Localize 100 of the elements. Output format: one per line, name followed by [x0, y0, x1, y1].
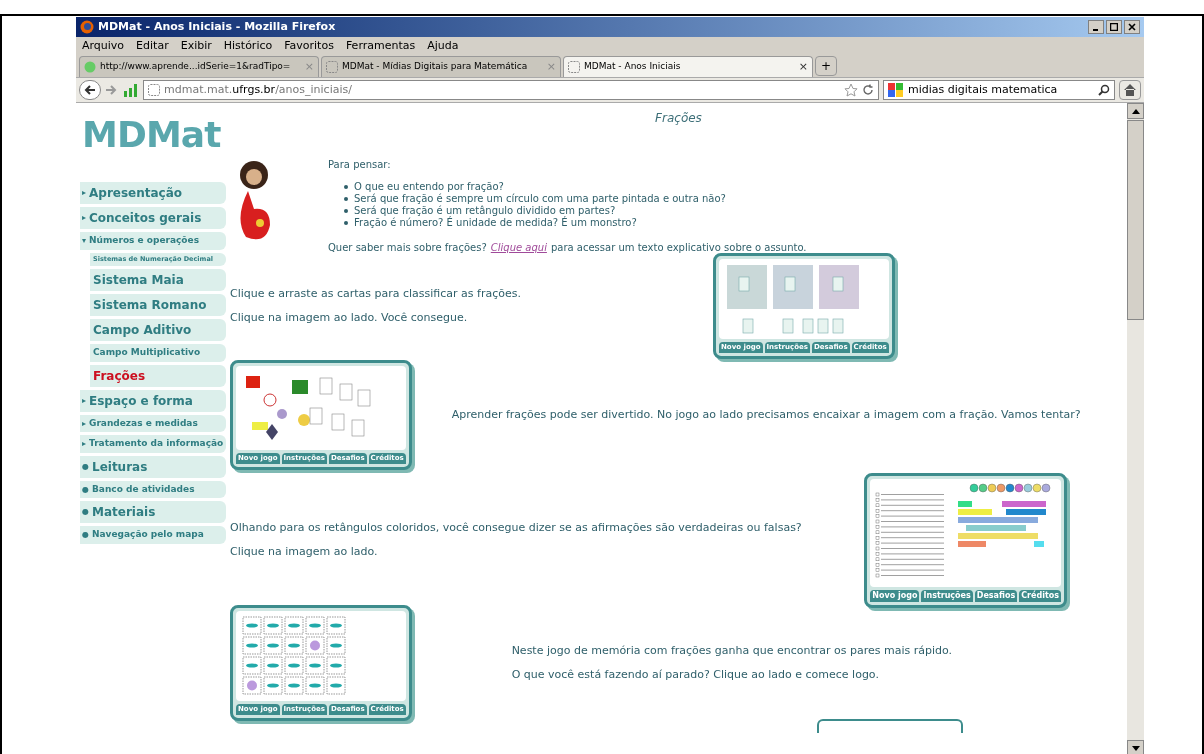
sidebar-item[interactable]: Campo Multiplicativo — [90, 344, 226, 362]
sidebar-label: Espaço e forma — [89, 392, 193, 410]
firefox-icon — [80, 20, 94, 34]
address-bar[interactable]: mdmat.mat.ufrgs.br/anos_iniciais/ — [143, 80, 879, 100]
game-thumbnail[interactable]: Novo jogo Instruções Desafios Créditos — [864, 472, 1067, 608]
sidebar-marker: ● — [82, 460, 89, 473]
back-button[interactable] — [79, 80, 101, 100]
sidebar-marker: ▸ — [82, 438, 86, 451]
tab-title: MDMat - Mídias Digitais para Matemática — [342, 60, 529, 74]
browser-tab[interactable]: MDMat - Mídias Digitais para Matemática × — [321, 56, 561, 77]
sidebar-item[interactable]: ● Navegação pelo mapa — [80, 526, 226, 544]
page-icon — [326, 61, 338, 73]
section-heading: Para pensar: — [328, 158, 392, 172]
search-engine-icon — [888, 83, 904, 97]
globe-icon — [84, 61, 96, 73]
sidebar-label: Campo Aditivo — [92, 322, 192, 340]
site-logo: MDMat — [82, 113, 221, 157]
game-button[interactable]: Novo jogo — [870, 589, 920, 602]
sidebar-label: Frações — [92, 367, 146, 385]
sidebar-marker: ▸ — [82, 212, 86, 225]
home-icon — [1123, 83, 1137, 97]
sidebar-item[interactable]: ▸ Apresentação — [80, 182, 226, 205]
close-icon — [1128, 23, 1136, 31]
sidebar-item[interactable]: ▸ Tratamento da informação — [80, 435, 226, 453]
game-button[interactable]: Desafios — [974, 589, 1018, 602]
bullet-icon — [344, 185, 348, 189]
sidebar-label: Sistema Romano — [92, 297, 207, 315]
question-item: Será que fração é um retângulo dividido em partes? — [354, 205, 616, 217]
game-description: Neste jogo de memória com frações ganha que encontrar os pares mais rápido. — [511, 642, 953, 659]
sidebar-item[interactable]: Campo Aditivo — [90, 319, 226, 342]
close-button[interactable] — [1124, 20, 1140, 34]
sidebar-label: Números e operações — [89, 234, 199, 248]
menu-item[interactable]: Histórico — [223, 37, 273, 55]
tab-title: http://www.aprende...idSerie=1&radTipo= — [100, 60, 292, 74]
question-item: Fração é número? É unidade de medida? É um monstro? — [354, 217, 637, 229]
reload-icon[interactable] — [862, 84, 874, 96]
search-field[interactable]: midias digitais matematica — [883, 80, 1115, 100]
sidebar-label: Tratamento da informação — [89, 437, 224, 451]
sidebar-item[interactable]: ▸ Espaço e forma — [80, 389, 226, 412]
sidebar-label: Sistema Maia — [92, 272, 184, 290]
scroll-up-icon[interactable] — [1131, 108, 1140, 114]
sidebar-item[interactable]: ▸ Grandezas e medidas — [80, 414, 226, 433]
tab-close-button[interactable]: × — [798, 58, 808, 76]
window-title: MDMat - Anos Iniciais - Mozilla Firefox — [98, 18, 337, 35]
sidebar-marker: ▸ — [82, 394, 86, 407]
menu-item[interactable]: Favoritos — [284, 37, 334, 55]
minimize-button[interactable] — [1088, 20, 1104, 34]
sidebar-label: Campo Multiplicativo — [92, 346, 201, 360]
game-description: Olhando para os retângulos coloridos, você consegue dizer se as afirmações são verdadeiras ou falsas? — [230, 519, 803, 536]
browser-tab[interactable]: MDMat - Anos Iniciais × — [563, 56, 813, 77]
sidebar-item[interactable]: Sistema Maia — [90, 269, 226, 292]
sidebar-marker: ▾ — [82, 234, 86, 247]
menu-item[interactable]: Ajuda — [427, 37, 459, 55]
sidebar-marker: ● — [82, 529, 89, 542]
menu-item[interactable]: Exibir — [180, 37, 212, 55]
back-arrow-icon — [84, 84, 96, 96]
sidebar-label: Apresentação — [89, 185, 183, 203]
game-description: Aprender frações pode ser divertido. No jogo ao lado precisamos encaixar a imagem com a fração. Vamos tentar? — [451, 406, 1081, 423]
sidebar-label: Leituras — [92, 458, 148, 476]
sidebar-item[interactable]: ● Leituras — [80, 455, 226, 478]
game-button[interactable]: Instruções — [921, 589, 973, 602]
home-button[interactable] — [1119, 80, 1141, 100]
tab-close-button[interactable]: × — [546, 58, 556, 76]
maximize-button[interactable] — [1106, 20, 1122, 34]
info-text: Quer saber mais sobre frações? — [328, 241, 487, 255]
bullet-icon — [344, 209, 348, 213]
question-item: O que eu entendo por fração? — [354, 181, 504, 193]
bullet-icon — [344, 197, 348, 201]
page-icon — [568, 61, 580, 73]
star-icon[interactable] — [844, 83, 858, 97]
sidebar-item[interactable]: Frações — [90, 364, 226, 387]
menu-item[interactable]: Arquivo — [82, 37, 125, 55]
sidebar-label: Grandezas e medidas — [89, 416, 198, 430]
sidebar-label: Conceitos gerais — [89, 210, 202, 228]
sidebar-item[interactable]: Sistema Romano — [90, 294, 226, 317]
tab-close-button[interactable]: × — [304, 58, 314, 76]
game-description: Clique e arraste as cartas para classificar as frações. — [230, 285, 522, 302]
more-link[interactable]: Clique aqui — [490, 240, 547, 255]
sidebar-label: Materiais — [92, 504, 156, 522]
search-text: midias digitais matematica — [908, 81, 1059, 98]
sidebar-item[interactable]: ▸ Conceitos gerais — [80, 207, 226, 230]
new-tab-button[interactable]: + — [815, 56, 838, 76]
sidebar-item[interactable]: ● Banco de atividades — [80, 480, 226, 499]
scrollbar[interactable] — [1127, 103, 1144, 754]
bullet-icon — [344, 221, 348, 225]
search-icon[interactable] — [1098, 84, 1110, 96]
browser-tab[interactable]: http://www.aprende...idSerie=1&radTipo= × — [79, 56, 319, 77]
sidebar-label: Banco de atividades — [92, 482, 195, 496]
url-text: mdmat.mat.ufrgs.br/anos_iniciais/ — [164, 81, 353, 98]
tab-title: MDMat - Anos Iniciais — [584, 60, 682, 74]
sidebar-marker: ● — [82, 506, 89, 519]
game-button[interactable]: Créditos — [1019, 589, 1061, 602]
sidebar-marker: ▸ — [82, 417, 86, 430]
scroll-down-icon[interactable] — [1131, 745, 1140, 751]
menu-item[interactable]: Editar — [136, 37, 169, 55]
sidebar-marker: ● — [82, 483, 89, 496]
menu-item[interactable]: Ferramentas — [345, 37, 416, 55]
maximize-icon — [1110, 23, 1118, 31]
sidebar-item[interactable]: ● Materiais — [80, 501, 226, 524]
sidebar-item[interactable]: ▾ Números e operações — [80, 232, 226, 250]
